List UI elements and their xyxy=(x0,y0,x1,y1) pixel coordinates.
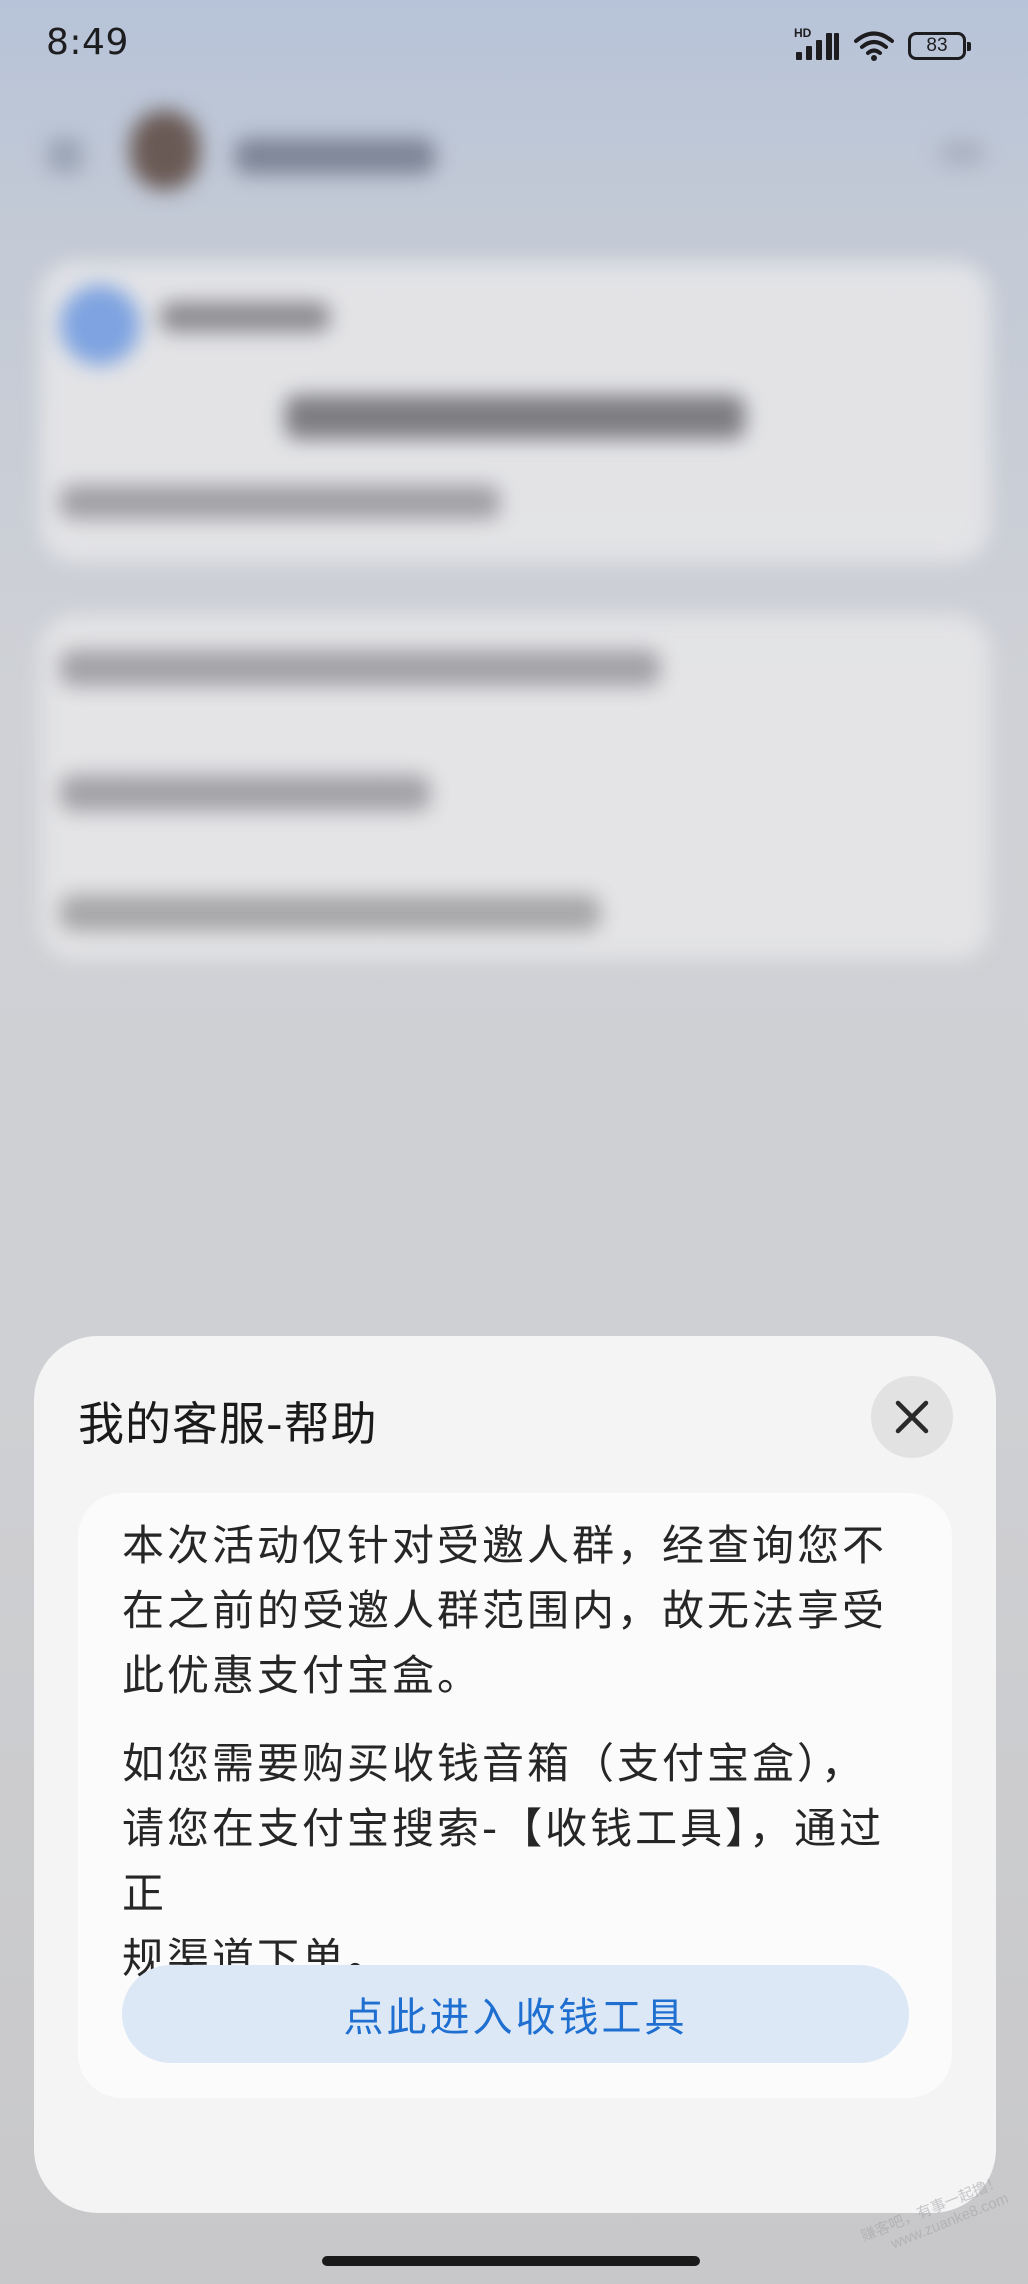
status-time: 8:49 xyxy=(46,22,129,63)
wifi-icon xyxy=(854,30,894,62)
status-icons: HD 83 xyxy=(794,26,971,64)
network-label: HD xyxy=(794,26,812,40)
message-line: 本次活动仅针对受邀人群，经查询您不 xyxy=(122,1521,888,1570)
sheet-title: 我的客服-帮助 xyxy=(78,1397,378,1451)
app-screen: 8:49 HD 83 我的客服-帮助 本次活动仅针对受邀人群，经查询您不 在之前… xyxy=(0,0,1028,2284)
hd-signal-icon: HD xyxy=(794,26,840,62)
back-arrow-icon xyxy=(48,138,82,172)
more-icon xyxy=(940,140,984,166)
status-bar: 8:49 HD 83 xyxy=(0,0,1028,92)
help-bottom-sheet: 我的客服-帮助 本次活动仅针对受邀人群，经查询您不 在之前的受邀人群范围内，故无… xyxy=(34,1336,996,2213)
message-line: 此优惠支付宝盒。 xyxy=(122,1651,483,1700)
message-paragraph-2: 如您需要购买收钱音箱（支付宝盒）， 请您在支付宝搜索-【收钱工具】，通过正 规渠… xyxy=(122,1731,922,1991)
message-line: 在之前的受邀人群范围内，故无法享受 xyxy=(122,1586,888,1635)
message-card: 本次活动仅针对受邀人群，经查询您不 在之前的受邀人群范围内，故无法享受 此优惠支… xyxy=(78,1493,952,2098)
contact-name-placeholder xyxy=(235,138,435,174)
home-indicator[interactable] xyxy=(322,2256,700,2266)
message-line: 请您在支付宝搜索-【收钱工具】，通过正 xyxy=(122,1804,885,1918)
battery-level: 83 xyxy=(926,35,948,56)
avatar xyxy=(130,110,200,190)
message-line: 如您需要购买收钱音箱（支付宝盒）， xyxy=(122,1739,867,1788)
blurred-background-content xyxy=(0,0,1028,1100)
close-button[interactable] xyxy=(871,1376,953,1458)
battery-icon: 83 xyxy=(908,32,971,60)
message-paragraph-1: 本次活动仅针对受邀人群，经查询您不 在之前的受邀人群范围内，故无法享受 此优惠支… xyxy=(122,1513,922,1708)
close-icon xyxy=(895,1400,929,1434)
open-payment-tool-button[interactable]: 点此进入收钱工具 xyxy=(122,1965,909,2063)
